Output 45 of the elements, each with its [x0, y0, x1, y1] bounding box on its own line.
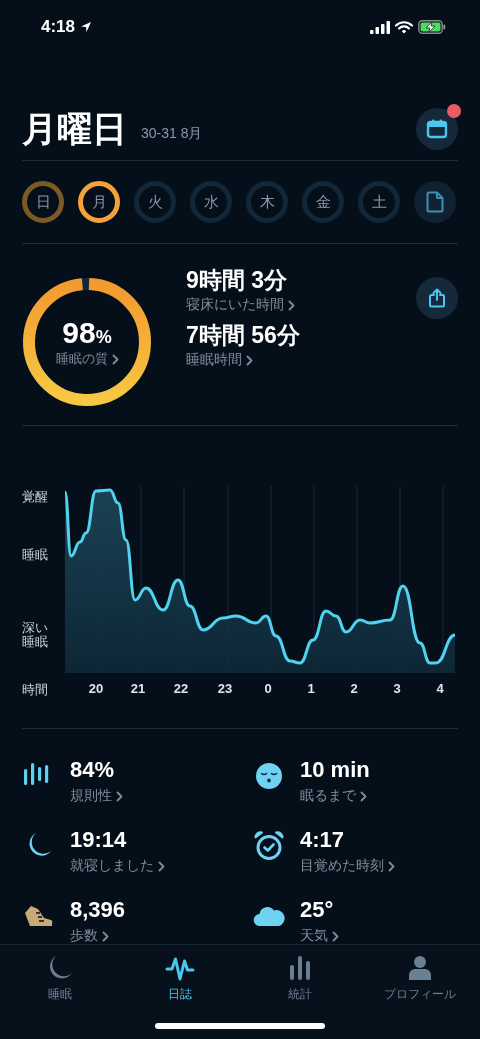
stat-value: 10 min	[300, 757, 370, 783]
duration-value: 7時間 56分	[186, 321, 301, 350]
day-title: 月曜日	[22, 107, 127, 150]
tick-label: 2	[350, 681, 358, 696]
tab-button[interactable]: プロフィール	[360, 945, 480, 1005]
tab-button[interactable]: 日誌	[120, 945, 240, 1005]
tick-label: 1	[307, 681, 315, 696]
axis-title: 時間	[22, 681, 49, 699]
stat-value: 19:14	[70, 827, 128, 853]
stat-label[interactable]: 天気	[300, 927, 328, 944]
stat-label[interactable]: 就寝しました	[70, 857, 154, 875]
tick-label: 4	[436, 681, 444, 696]
quality-label[interactable]: 睡眠の質	[55, 350, 108, 368]
tick-label: 3	[393, 681, 401, 696]
stat-value: 84%	[70, 757, 116, 783]
stat-label[interactable]: 目覚めた時刻	[300, 857, 384, 875]
tick-label: 20	[88, 681, 104, 696]
tick-label: 0	[264, 681, 272, 696]
tick-label: 22	[173, 681, 189, 696]
stat-value: 25°	[300, 897, 335, 923]
date-range: 30-31 8月	[141, 125, 204, 143]
stat-value: 8,396	[70, 897, 126, 923]
day-button[interactable]: 月	[78, 181, 120, 223]
day-button[interactable]: 土	[358, 181, 400, 223]
axis-label: 深い睡眠	[22, 621, 49, 650]
axis-label: 睡眠	[22, 546, 49, 564]
stat-value: 4:17	[300, 827, 346, 853]
tab-button[interactable]: 睡眠	[0, 945, 120, 1005]
axis-label: 覚醒	[22, 488, 49, 506]
metric-label[interactable]: 寝床にいた時間	[186, 296, 284, 314]
stat-label[interactable]: 眠るまで	[300, 787, 356, 805]
tick-label: 21	[130, 681, 146, 696]
status-time: 4:18	[41, 17, 76, 37]
quality-score: 98%	[62, 316, 112, 350]
stat-label[interactable]: 規則性	[70, 787, 112, 805]
tab-button[interactable]: 統計	[240, 945, 360, 1005]
day-button[interactable]: 火	[134, 181, 176, 223]
tick-label: 23	[217, 681, 233, 696]
day-button[interactable]: 水	[190, 181, 232, 223]
duration-value: 9時間 3分	[186, 266, 288, 295]
stat-label[interactable]: 歩数	[70, 927, 98, 944]
day-button[interactable]: 木	[246, 181, 288, 223]
day-button[interactable]: 日	[22, 181, 64, 223]
metric-label[interactable]: 睡眠時間	[186, 351, 242, 369]
day-button[interactable]: 金	[302, 181, 344, 223]
